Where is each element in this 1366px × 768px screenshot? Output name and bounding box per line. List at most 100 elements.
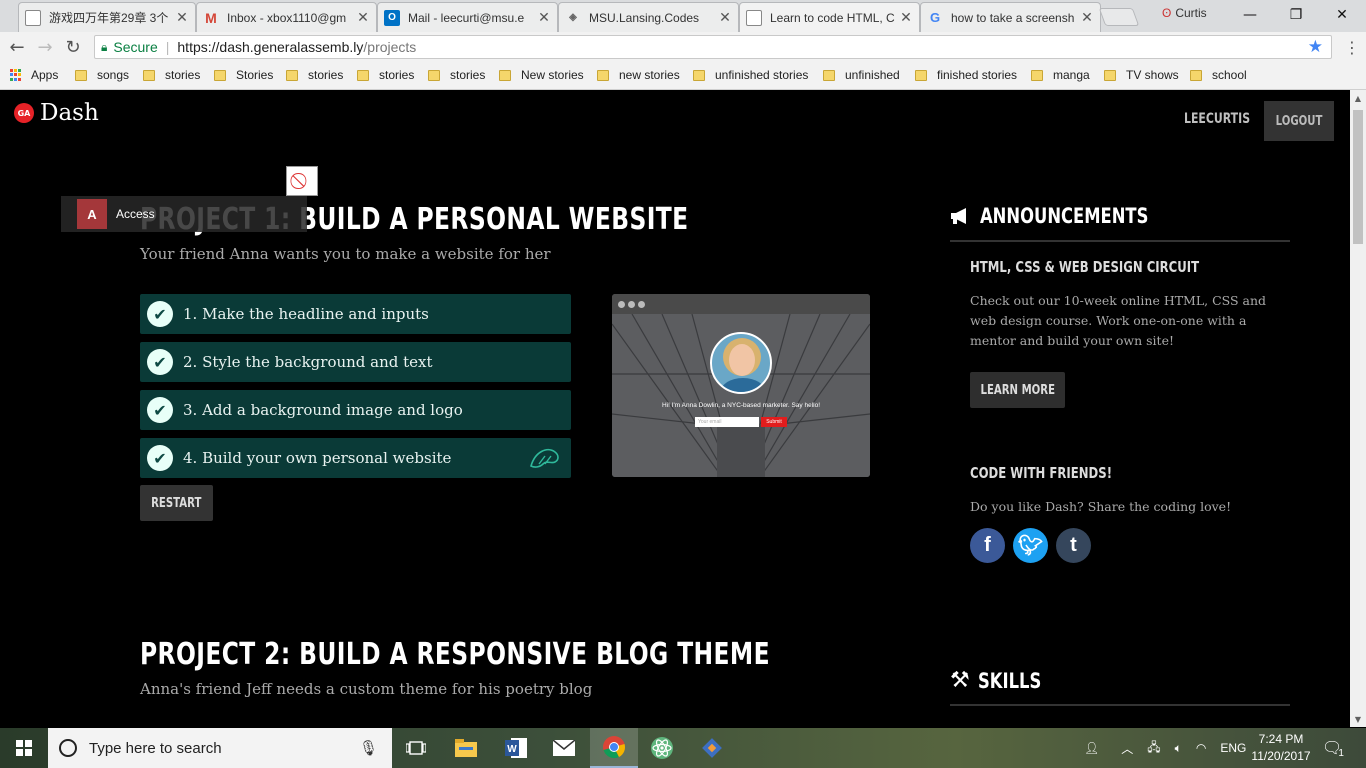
project-subtitle: Anna's friend Jeff needs a custom theme … xyxy=(140,680,593,698)
outlook-icon: O xyxy=(384,9,400,26)
bookmarks-bar: Apps songs stories Stories stories stori… xyxy=(0,62,1366,90)
close-window-button[interactable]: ✕ xyxy=(1319,0,1365,30)
folder-icon xyxy=(428,69,440,81)
bookmark-folder[interactable]: new stories xyxy=(597,68,680,82)
browser-tab[interactable]: ◈ MSU.Lansing.Codes ✕ xyxy=(558,2,739,32)
windows-taskbar: Type here to search 🎙︎ W 👤︎ ︿ 🖧︎ 🔈︎ ◠ EN… xyxy=(0,728,1366,768)
learn-more-button[interactable]: LEARN MORE xyxy=(970,372,1065,408)
new-tab-button[interactable] xyxy=(1098,8,1140,26)
tools-icon: ⚒ xyxy=(950,668,970,693)
friends-title: CODE WITH FRIENDS! xyxy=(970,464,1113,482)
checkmark-icon: ✔ xyxy=(147,397,173,423)
separator: | xyxy=(165,39,170,55)
browser-tab[interactable]: G how to take a screensh ✕ xyxy=(920,2,1101,32)
step-item[interactable]: ✔ 4. Build your own personal website xyxy=(140,438,571,478)
browser-tab[interactable]: O Mail - leecurti@msu.e ✕ xyxy=(377,2,558,32)
forward-arrow-icon[interactable]: → xyxy=(34,36,56,58)
bookmark-folder[interactable]: TV shows xyxy=(1104,68,1179,82)
windows-start-button[interactable] xyxy=(0,728,48,768)
chrome-icon[interactable] xyxy=(590,728,638,768)
restart-button[interactable]: RESTART xyxy=(140,485,213,521)
folder-icon xyxy=(214,69,226,81)
close-icon[interactable]: ✕ xyxy=(175,9,189,26)
bookmark-folder[interactable]: unfinished stories xyxy=(693,68,808,82)
bookmark-folder[interactable]: manga xyxy=(1031,68,1090,82)
bookmark-folder[interactable]: stories xyxy=(428,68,485,82)
bookmark-apps[interactable]: Apps xyxy=(10,68,58,82)
notification-center-icon[interactable]: 🗨︎ 1 xyxy=(1322,728,1344,768)
page-icon xyxy=(746,9,762,26)
close-icon[interactable]: ✕ xyxy=(1080,9,1094,26)
file-explorer-icon[interactable] xyxy=(442,728,490,768)
language-indicator[interactable]: ENG xyxy=(1220,741,1246,755)
scroll-up-arrow-icon[interactable]: ▲ xyxy=(1350,90,1366,106)
checkmark-icon: ✔ xyxy=(147,445,173,471)
dash-logo[interactable]: GA Dash xyxy=(14,100,99,126)
project-preview-image: Hi! I'm Anna Dowlin, a NYC-based markete… xyxy=(612,294,870,477)
close-icon[interactable]: ✕ xyxy=(537,9,551,26)
atom-icon[interactable] xyxy=(638,728,686,768)
profile-button[interactable]: ʘ Curtis xyxy=(1162,6,1207,20)
bookmark-star-icon[interactable]: ★ xyxy=(1308,37,1323,57)
taskbar-clock[interactable]: 7:24 PM 11/20/2017 xyxy=(1250,731,1312,765)
bookmark-folder[interactable]: unfinished xyxy=(823,68,900,82)
bookmark-folder[interactable]: school xyxy=(1190,68,1247,82)
people-icon[interactable]: 👤︎ xyxy=(1084,741,1099,755)
close-icon[interactable]: ✕ xyxy=(356,9,370,26)
reload-icon[interactable]: ↻ xyxy=(62,36,84,58)
back-arrow-icon[interactable]: ← xyxy=(6,36,28,58)
scroll-down-arrow-icon[interactable]: ▼ xyxy=(1350,711,1366,727)
tumblr-icon[interactable]: t xyxy=(1056,528,1091,563)
task-view-icon[interactable] xyxy=(392,728,440,768)
close-icon[interactable]: ✕ xyxy=(899,9,913,26)
bookmark-folder[interactable]: stories xyxy=(286,68,343,82)
announcements-heading: ANNOUNCEMENTS xyxy=(950,204,1196,228)
maximize-button[interactable]: ❐ xyxy=(1273,0,1319,30)
folder-icon xyxy=(823,69,835,81)
page-content: GA Dash LEECURTIS LOGOUT PROJECT 1: BUIL… xyxy=(0,90,1350,727)
taskbar-search-box[interactable]: Type here to search 🎙︎ xyxy=(48,728,392,768)
browser-tab-active[interactable]: Learn to code HTML, C ✕ xyxy=(739,2,920,32)
scrollbar-thumb[interactable] xyxy=(1353,110,1363,244)
circuit-title: HTML, CSS & WEB DESIGN CIRCUIT xyxy=(970,258,1200,276)
bookmark-folder[interactable]: Stories xyxy=(214,68,273,82)
bookmark-folder[interactable]: stories xyxy=(143,68,200,82)
chevron-up-icon[interactable]: ︿ xyxy=(1121,740,1133,757)
network-icon[interactable]: 🖧︎ xyxy=(1147,738,1160,759)
bookmark-folder[interactable]: finished stories xyxy=(915,68,1017,82)
volume-icon[interactable]: 🔈︎ xyxy=(1175,741,1182,756)
username-link[interactable]: LEECURTIS xyxy=(1184,111,1250,127)
step-item[interactable]: ✔ 2. Style the background and text xyxy=(140,342,571,382)
cortana-icon xyxy=(59,739,77,757)
circuit-text: Check out our 10-week online HTML, CSS a… xyxy=(970,293,1267,348)
minimize-button[interactable]: — xyxy=(1227,0,1273,30)
step-item[interactable]: ✔ 3. Add a background image and logo xyxy=(140,390,571,430)
browser-tab[interactable]: M Inbox - xbox1110@gm ✕ xyxy=(196,2,377,32)
access-taskbar-preview[interactable]: A Access xyxy=(61,196,307,232)
preview-email-field: Your email xyxy=(695,417,759,427)
avatar xyxy=(710,332,772,394)
folder-icon xyxy=(1190,69,1202,81)
mail-icon[interactable] xyxy=(540,728,588,768)
folder-icon xyxy=(75,69,87,81)
divider xyxy=(950,704,1290,706)
bookmark-folder[interactable]: New stories xyxy=(499,68,584,82)
word-icon[interactable]: W xyxy=(492,728,540,768)
menu-kebab-icon[interactable]: ⋮ xyxy=(1344,38,1360,57)
system-tray: 👤︎ ︿ 🖧︎ 🔈︎ ◠ ENG xyxy=(1084,728,1246,768)
browser-tab[interactable]: 游戏四万年第29章 3个 ✕ xyxy=(18,2,196,32)
step-item[interactable]: ✔ 1. Make the headline and inputs xyxy=(140,294,571,334)
address-bar[interactable]: 🔒︎ Secure | https://dash.generalassemb.l… xyxy=(94,35,1332,59)
bookmark-folder[interactable]: stories xyxy=(357,68,414,82)
twitter-icon[interactable]: 🐦︎ xyxy=(1013,528,1048,563)
close-icon[interactable]: ✕ xyxy=(718,9,732,26)
access-app-icon: A xyxy=(77,199,107,229)
facebook-icon[interactable]: f xyxy=(970,528,1005,563)
wifi-icon[interactable]: ◠ xyxy=(1196,741,1206,755)
page-scrollbar[interactable]: ▲ ▼ xyxy=(1350,90,1366,727)
app-diamond-icon[interactable] xyxy=(688,728,736,768)
microphone-icon[interactable]: 🎙︎ xyxy=(359,739,378,757)
logout-button[interactable]: LOGOUT xyxy=(1264,101,1334,141)
bookmark-folder[interactable]: songs xyxy=(75,68,129,82)
friends-text: Do you like Dash? Share the coding love! xyxy=(970,499,1232,514)
